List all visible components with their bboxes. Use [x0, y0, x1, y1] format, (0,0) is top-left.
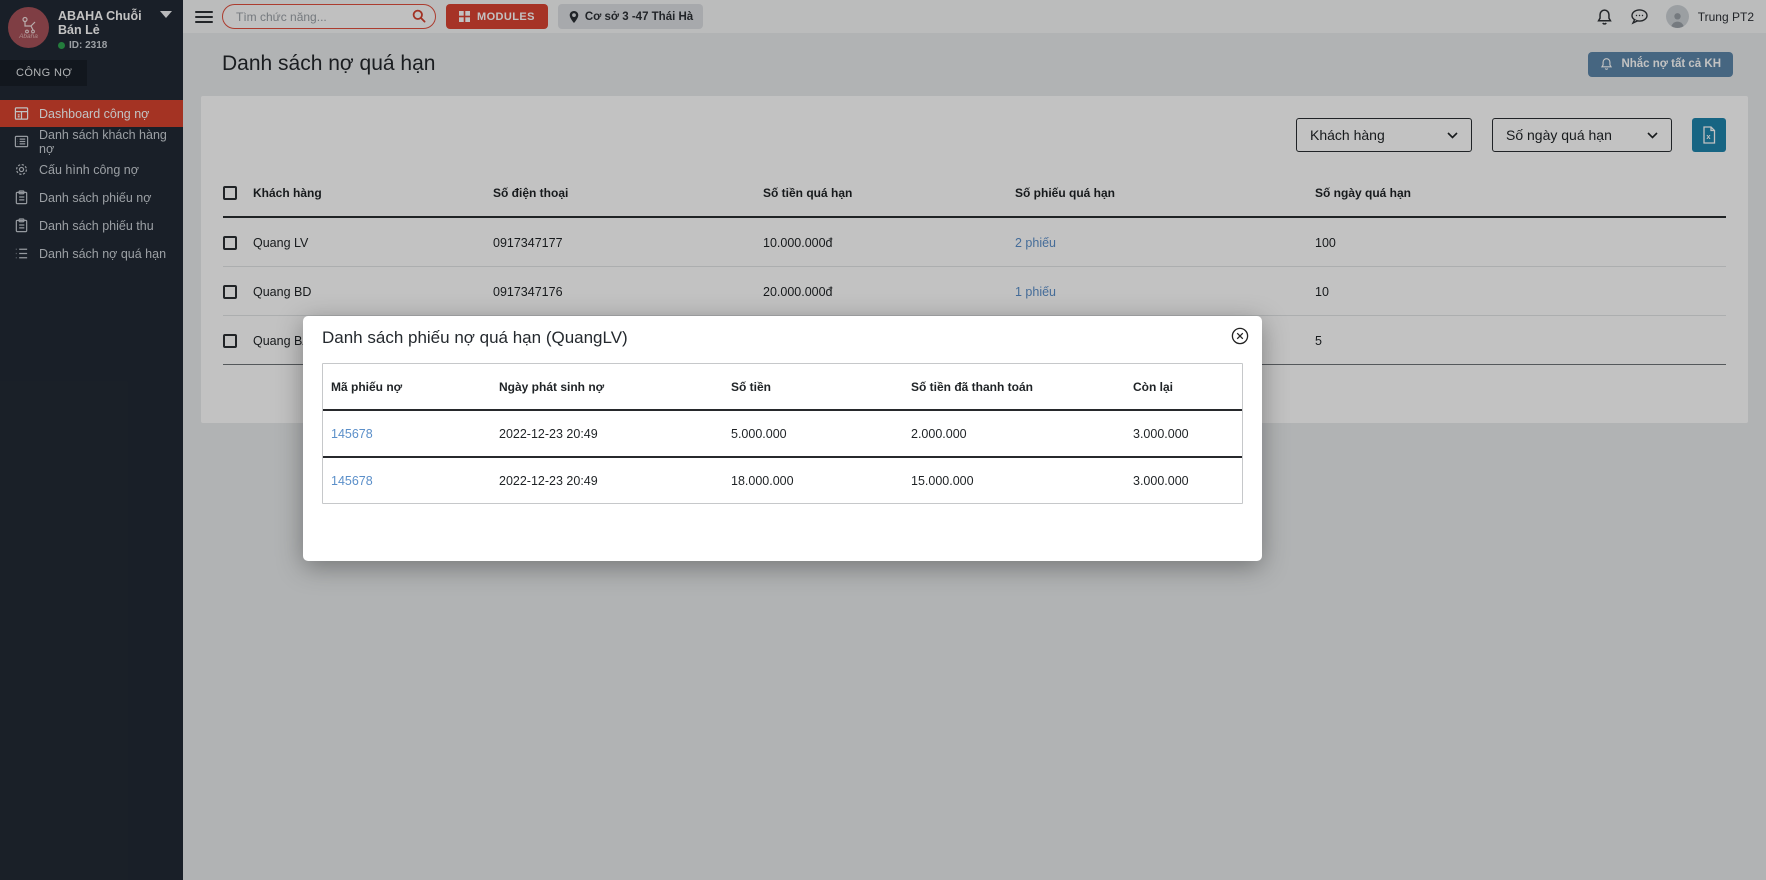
modal-header-row: Mã phiếu nợ Ngày phát sinh nợ Số tiền Số… — [323, 364, 1242, 410]
col-header-paid: Số tiền đã thanh toán — [903, 364, 1125, 410]
receipt-code-link[interactable]: 145678 — [331, 474, 373, 488]
cell-date: 2022-12-23 20:49 — [491, 410, 723, 457]
overdue-receipts-modal: Danh sách phiếu nợ quá hạn (QuangLV) Mã … — [303, 316, 1262, 561]
col-header-date: Ngày phát sinh nợ — [491, 364, 723, 410]
modal-title: Danh sách phiếu nợ quá hạn (QuangLV) — [322, 328, 1243, 348]
overdue-receipts-table: Mã phiếu nợ Ngày phát sinh nợ Số tiền Số… — [323, 364, 1242, 503]
cell-paid: 15.000.000 — [903, 457, 1125, 503]
cell-amount: 18.000.000 — [723, 457, 903, 503]
receipt-code-link[interactable]: 145678 — [331, 427, 373, 441]
modal-table-container: Mã phiếu nợ Ngày phát sinh nợ Số tiền Số… — [322, 363, 1243, 504]
modal-close-icon[interactable] — [1231, 327, 1249, 345]
cell-remaining: 3.000.000 — [1125, 457, 1242, 503]
col-header-amount: Số tiền — [723, 364, 903, 410]
col-header-receipt-code: Mã phiếu nợ — [323, 364, 491, 410]
cell-remaining: 3.000.000 — [1125, 410, 1242, 457]
app-root: Abaha ABAHA Chuỗi Bán Lẻ ID: 2318 CÔNG N… — [0, 0, 1766, 880]
modal-table-row: 145678 2022-12-23 20:49 18.000.000 15.00… — [323, 457, 1242, 503]
cell-date: 2022-12-23 20:49 — [491, 457, 723, 503]
cell-paid: 2.000.000 — [903, 410, 1125, 457]
modal-table-row: 145678 2022-12-23 20:49 5.000.000 2.000.… — [323, 410, 1242, 457]
cell-amount: 5.000.000 — [723, 410, 903, 457]
col-header-remaining: Còn lại — [1125, 364, 1242, 410]
